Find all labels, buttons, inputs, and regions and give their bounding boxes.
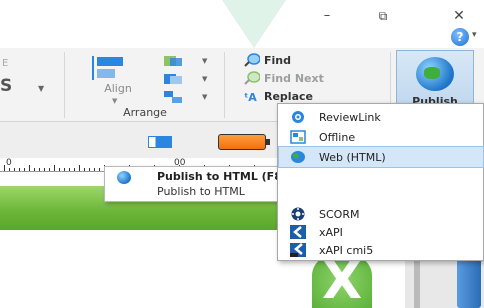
svg-text:ᵗA: ᵗA [244,91,257,103]
find-next-button[interactable]: Find Next [244,70,324,86]
align-dropdown-caret[interactable]: ▼ [112,97,117,105]
magnifier-icon [244,53,260,67]
publish-dropdown-menu: ReviewLink Offline Web (HTML) SCORM xAPI… [277,103,484,261]
ruler-tick [9,168,10,171]
find-label: Find [264,53,291,67]
ruler-tick [44,168,45,171]
menu-item-xapi[interactable]: xAPI [279,222,483,242]
group-objects-icon[interactable] [162,90,184,104]
tooltip-description: Publish to HTML [157,185,245,198]
ruler-tick [84,168,85,171]
align-icon[interactable] [92,54,148,82]
ribbon-left-fragment[interactable]: S [0,76,12,96]
ruler-tick [59,168,60,171]
help-button[interactable]: ? [451,28,469,46]
ruler-tick [4,165,5,171]
bring-forward-icon[interactable] [162,54,184,68]
ruler-tick [39,168,40,171]
menu-item-label: SCORM [319,207,360,221]
ruler-tick [14,168,15,171]
menu-item-label: xAPI cmi5 [319,243,374,257]
xapi-cmi5-icon [289,243,307,257]
ruler-tick [74,168,75,171]
ruler-tick [34,168,35,171]
bring-forward-caret[interactable]: ▼ [202,57,207,65]
menu-covered-region [278,173,483,207]
send-backward-caret[interactable]: ▼ [202,75,207,83]
group-separator [64,52,65,118]
replace-label: Replace [264,89,313,103]
ruler-tick [49,168,50,171]
replace-icon: ᵗA [244,91,257,103]
arrange-group-label: Arrange [123,106,167,119]
menu-item-label: xAPI [319,225,343,239]
offline-icon [289,130,307,144]
xapi-icon [289,225,307,239]
help-dropdown-caret[interactable]: ▾ [472,30,477,40]
reviewlink-icon [289,110,307,124]
ruler-tick [54,165,55,171]
title-bar: – ⧉ ✕ ? ▾ [0,0,484,48]
ruler-tick [29,165,30,171]
menu-item-scorm[interactable]: SCORM [279,204,483,224]
minimize-button[interactable]: – [314,6,340,26]
chevron-down-icon[interactable]: ▼ [38,84,44,93]
menu-item-web-html[interactable]: Web (HTML) [278,146,484,168]
replace-button[interactable]: ᵗA Replace [244,88,313,104]
progress-bar-icon[interactable] [218,134,266,150]
restore-button[interactable]: ⧉ [370,6,396,26]
send-backward-icon[interactable] [162,72,184,86]
excel-x-logo: X [312,254,372,308]
group-separator [224,52,225,118]
find-next-label: Find Next [264,71,324,85]
slide-view-icon[interactable] [148,136,172,148]
ruler-tick [79,165,80,171]
web-html-icon [289,150,307,164]
globe-land-shape [424,67,440,79]
find-next-icon [244,71,260,85]
ruler-tick [94,168,95,171]
ruler-tick [69,168,70,171]
ruler-label: 0 [6,158,12,168]
ruler-tick [89,168,90,171]
scorm-icon [289,207,307,221]
find-button[interactable]: Find [244,52,291,68]
menu-item-label: Web (HTML) [319,150,386,164]
ribbon-left-fragment-top: E [2,58,9,69]
progress-bar-tip [266,139,270,145]
ruler-tick [24,168,25,171]
close-button[interactable]: ✕ [446,6,472,26]
group-objects-caret[interactable]: ▼ [202,93,207,101]
menu-item-offline[interactable]: Offline [279,127,483,147]
tooltip-title: Publish to HTML (F8) [157,170,287,183]
ruler-tick [64,168,65,171]
align-label[interactable]: Align [88,82,148,95]
menu-item-xapi-cmi5[interactable]: xAPI cmi5 [279,240,483,260]
menu-item-reviewlink[interactable]: ReviewLink [279,107,483,127]
menu-item-label: Offline [319,130,356,144]
web-html-icon [117,171,131,184]
title-decoration [222,0,286,48]
publish-globe-icon [416,57,454,91]
ruler-tick [19,168,20,171]
ruler-tick [99,168,100,171]
menu-item-label: ReviewLink [319,110,381,124]
